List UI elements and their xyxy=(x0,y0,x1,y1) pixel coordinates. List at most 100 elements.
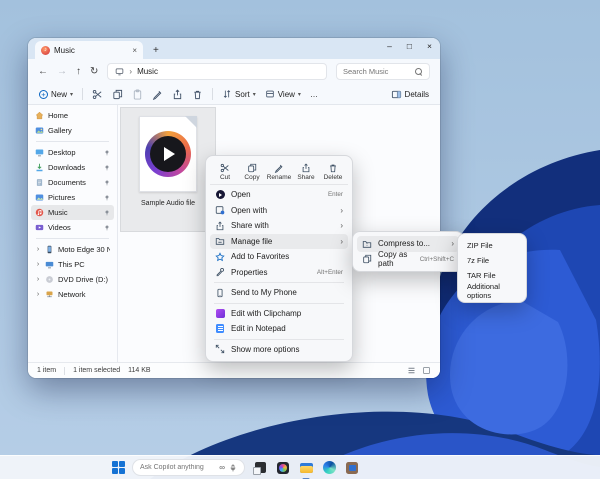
search-icon xyxy=(415,68,423,76)
manage-file-icon xyxy=(215,236,225,246)
sidebar-item-pictures[interactable]: Pictures xyxy=(31,190,114,205)
menu-item-share-with[interactable]: Share with › xyxy=(210,218,348,234)
menu-item-open[interactable]: Open Enter xyxy=(210,187,348,203)
sort-button[interactable]: Sort ▾ xyxy=(222,89,256,99)
store-icon xyxy=(346,462,358,474)
rename-icon[interactable] xyxy=(152,89,163,100)
submenu-arrow-icon: › xyxy=(340,206,343,215)
menu-item-copy-as-path[interactable]: Copy as path Ctrl+Shift+C xyxy=(357,252,459,268)
search-input[interactable] xyxy=(343,67,411,76)
task-view-button[interactable] xyxy=(252,460,268,476)
pin-icon xyxy=(104,210,110,216)
delete-button[interactable]: Delete xyxy=(320,161,346,181)
selection-size: 114 KB xyxy=(128,367,150,374)
sidebar-item-desktop[interactable]: Desktop xyxy=(31,145,114,160)
cut-button[interactable]: Cut xyxy=(212,161,238,181)
compress-to-submenu: ZIP File 7z File TAR File Additional opt… xyxy=(457,233,527,303)
sidebar-item-dvd-drive[interactable]: › DVD Drive (D:) CCC xyxy=(31,272,114,287)
item-count: 1 item xyxy=(37,367,56,374)
rename-button[interactable]: Rename xyxy=(266,161,292,181)
details-button[interactable]: Details xyxy=(391,89,429,100)
file-explorer-button[interactable] xyxy=(298,460,314,476)
menu-item-send-to-my-phone[interactable]: Send to My Phone xyxy=(210,285,348,301)
new-tab-button[interactable]: + xyxy=(153,45,159,56)
sidebar-item-home[interactable]: Home xyxy=(31,108,114,123)
pin-icon xyxy=(104,195,110,201)
menu-item-properties[interactable]: Properties Alt+Enter xyxy=(210,265,348,281)
address-bar[interactable]: › Music xyxy=(107,63,327,80)
sidebar-item-music[interactable]: Music xyxy=(31,205,114,220)
start-button[interactable] xyxy=(112,461,125,474)
menu-item-additional-options[interactable]: Additional options xyxy=(462,283,522,298)
menu-item-compress-to[interactable]: Compress to... › xyxy=(357,236,459,252)
sidebar-item-downloads[interactable]: Downloads xyxy=(31,160,114,175)
new-button[interactable]: + New ▾ xyxy=(39,90,73,99)
edge-icon xyxy=(323,461,336,474)
menu-item-edit-with-clipchamp[interactable]: Edit with Clipchamp xyxy=(210,306,348,322)
pin-icon xyxy=(104,165,110,171)
search-box[interactable] xyxy=(336,63,430,80)
microphone-icon[interactable] xyxy=(229,464,237,472)
pin-icon xyxy=(104,150,110,156)
chevron-right-icon[interactable]: › xyxy=(35,276,41,283)
desktop: ♪ Music × + – □ × ← → ↑ ↻ › Music xyxy=(0,0,600,479)
divider xyxy=(214,282,344,283)
refresh-button[interactable]: ↻ xyxy=(90,67,98,77)
taskbar-search[interactable]: ∞ xyxy=(132,459,245,476)
chevron-down-icon: ▾ xyxy=(298,91,301,98)
edge-button[interactable] xyxy=(321,460,337,476)
chevron-right-icon[interactable]: › xyxy=(35,291,41,298)
large-icons-view-icon[interactable] xyxy=(422,366,431,375)
close-button[interactable]: × xyxy=(427,41,432,51)
file-tile-sample-audio[interactable]: Sample Audio file xyxy=(120,107,216,232)
minimize-button[interactable]: – xyxy=(387,41,392,51)
sidebar-item-phone-device[interactable]: › Moto Edge 30 Neo xyxy=(31,242,114,257)
sidebar-item-gallery[interactable]: Gallery xyxy=(31,123,114,138)
breadcrumb[interactable]: Music xyxy=(137,67,158,76)
status-bar: 1 item 1 item selected 114 KB xyxy=(28,362,440,378)
back-button[interactable]: ← xyxy=(38,67,48,77)
menu-item-open-with[interactable]: Open with › xyxy=(210,203,348,219)
details-view-icon[interactable] xyxy=(407,366,416,375)
forward-button[interactable]: → xyxy=(57,67,67,77)
sidebar-item-network[interactable]: › Network xyxy=(31,287,114,302)
menu-item-show-more-options[interactable]: Show more options xyxy=(210,342,348,358)
copy-icon[interactable] xyxy=(112,89,123,100)
copilot-search-input[interactable] xyxy=(140,464,215,471)
share-icon[interactable] xyxy=(172,89,183,100)
menu-item-manage-file[interactable]: Manage file › xyxy=(210,234,348,250)
more-options-button[interactable]: … xyxy=(310,90,318,99)
divider xyxy=(36,141,109,142)
menu-item-add-to-favorites[interactable]: Add to Favorites xyxy=(210,249,348,265)
chevron-right-icon[interactable]: › xyxy=(35,261,41,268)
menu-item-edit-in-notepad[interactable]: Edit in Notepad xyxy=(210,321,348,337)
taskbar: ∞ xyxy=(0,455,600,479)
documents-icon xyxy=(35,178,44,187)
sidebar-item-documents[interactable]: Documents xyxy=(31,175,114,190)
maximize-button[interactable]: □ xyxy=(407,41,412,51)
view-button[interactable]: View ▾ xyxy=(265,89,301,99)
sidebar-item-this-pc[interactable]: › This PC xyxy=(31,257,114,272)
up-button[interactable]: ↑ xyxy=(76,67,81,77)
chevron-right-icon[interactable]: › xyxy=(35,246,41,253)
sidebar-item-videos[interactable]: Videos xyxy=(31,220,114,235)
cut-icon[interactable] xyxy=(92,89,103,100)
menu-item-7z-file[interactable]: 7z File xyxy=(462,253,522,268)
copy-button[interactable]: Copy xyxy=(239,161,265,181)
audio-file-icon xyxy=(139,116,197,192)
photos-button[interactable] xyxy=(275,460,291,476)
share-button[interactable]: Share xyxy=(293,161,319,181)
delete-icon[interactable] xyxy=(192,89,203,100)
tab-close-icon[interactable]: × xyxy=(132,46,137,55)
tab-music[interactable]: ♪ Music × xyxy=(35,41,143,59)
menu-item-zip-file[interactable]: ZIP File xyxy=(462,238,522,253)
phone-icon xyxy=(215,288,225,298)
compress-icon xyxy=(362,239,372,249)
paste-icon[interactable] xyxy=(132,89,143,100)
sidebar-item-label: Documents xyxy=(48,178,86,187)
store-button[interactable] xyxy=(344,460,360,476)
divider xyxy=(36,238,109,239)
menu-item-label: Open xyxy=(231,190,251,199)
menu-item-label: Share with xyxy=(231,221,269,230)
sort-icon xyxy=(222,89,232,99)
